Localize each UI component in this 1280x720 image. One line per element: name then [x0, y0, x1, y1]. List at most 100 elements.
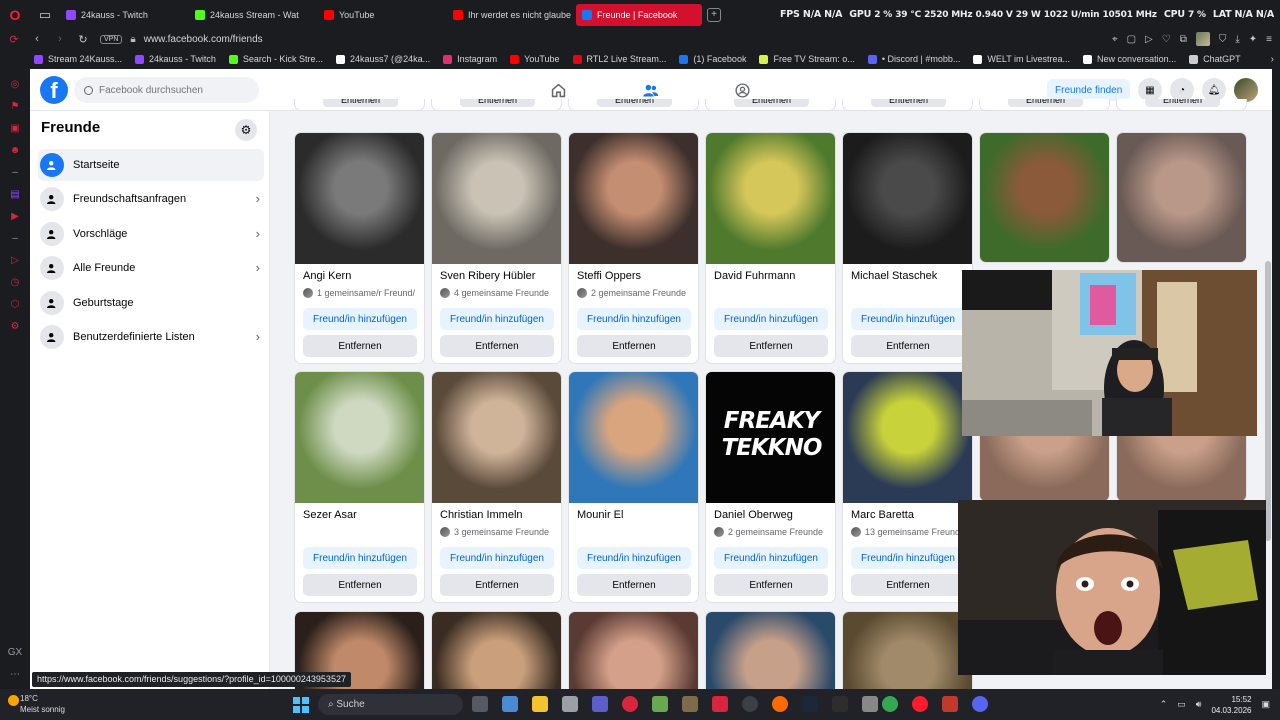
sidebar-item[interactable]: Benutzerdefinierte Listen › — [38, 321, 264, 353]
bookmark-item[interactable]: WELT im Livestrea... — [973, 54, 1070, 64]
browser-tab[interactable]: 24kauss - Twitch — [60, 4, 186, 26]
heart-icon[interactable]: ♡ — [1162, 34, 1171, 45]
friend-suggestion-card[interactable] — [431, 611, 562, 689]
friend-name[interactable]: Sezer Asar — [303, 509, 357, 521]
back-icon[interactable]: ‹ — [28, 33, 46, 45]
remove-button[interactable]: Entfernen — [460, 99, 535, 107]
friend-suggestion-card[interactable]: Steffi Oppers 2 gemeinsame Freunde Freund/… — [568, 132, 699, 364]
network-icon[interactable]: ▭ — [1177, 699, 1186, 710]
sidebar-item[interactable]: Startseite — [38, 149, 264, 181]
bookmark-item[interactable]: Instagram — [443, 54, 497, 64]
profile-photo[interactable] — [432, 133, 561, 264]
bookmarks-overflow-icon[interactable]: › — [1271, 54, 1274, 65]
refresh-icon[interactable]: ↻ — [74, 33, 92, 46]
url-field[interactable]: www.facebook.com/friends — [144, 34, 263, 45]
friend-suggestion-card[interactable]: Sezer Asar Freund/in hinzufügen Entfernen — [294, 371, 425, 603]
bookmark-item[interactable]: 24kauss - Twitch — [135, 54, 216, 64]
profile-photo[interactable] — [295, 372, 424, 503]
sidebar-discord-icon[interactable]: ☻ — [0, 139, 30, 161]
sidebar-settings-icon[interactable]: ⚙ — [0, 315, 30, 337]
friend-name[interactable]: Marc Baretta — [851, 509, 914, 521]
friend-name[interactable]: Mounir El — [577, 509, 623, 521]
vpn-badge[interactable]: VPN — [100, 34, 123, 44]
mutual-friends[interactable]: 13 gemeinsame Freunde — [851, 527, 965, 537]
mutual-friends[interactable]: 3 gemeinsame Freunde — [440, 527, 549, 537]
remove-button[interactable]: Entfernen — [323, 99, 398, 107]
friend-name[interactable]: Sven Ribery Hübler — [440, 270, 535, 282]
mutual-friends[interactable]: 2 gemeinsame Freunde — [714, 527, 823, 537]
play-icon[interactable]: ▷ — [1145, 34, 1153, 45]
friend-name[interactable]: Angi Kern — [303, 270, 351, 282]
add-friend-button[interactable]: Freund/in hinzufügen — [440, 308, 554, 330]
remove-button[interactable]: Entfernen — [1145, 99, 1220, 107]
menu-icon[interactable]: ≡ — [1266, 34, 1272, 45]
facebook-logo-icon[interactable]: f — [40, 76, 68, 104]
facebook-search[interactable] — [74, 77, 259, 103]
taskview-icon[interactable] — [472, 696, 488, 712]
sidebar-home-icon[interactable]: ◎ — [0, 73, 30, 95]
profile-photo[interactable] — [295, 133, 424, 264]
mutual-friends[interactable]: 1 gemeinsame/r Freund/ — [303, 288, 415, 298]
sidebar-twitch-icon[interactable]: ▤ — [0, 183, 30, 205]
mouse-app-icon[interactable] — [562, 696, 578, 712]
add-friend-button[interactable]: Freund/in hinzufügen — [440, 547, 554, 569]
opera-taskbar-icon[interactable] — [622, 696, 638, 712]
record-icon[interactable] — [712, 696, 728, 712]
opera-gx-taskbar-icon[interactable] — [912, 696, 928, 712]
browser-tab[interactable]: 24kauss Stream - Wat — [189, 4, 315, 26]
volume-icon[interactable]: 🔊︎ — [1196, 699, 1202, 710]
friend-name[interactable]: Michael Staschek — [851, 270, 937, 282]
friend-suggestion-card[interactable]: Christian Immeln 3 gemeinsame Freunde Freu… — [431, 371, 562, 603]
profile-photo[interactable] — [432, 612, 561, 689]
bookmark-item[interactable]: Stream 24Kauss... — [34, 54, 122, 64]
sidebar-crypto-icon[interactable]: ⚑ — [0, 95, 30, 117]
clock[interactable]: 15:52 04.03.2026 — [1211, 694, 1251, 716]
bookmark-item[interactable]: ChatGPT — [1189, 54, 1241, 64]
profile-photo[interactable] — [1117, 133, 1246, 262]
remove-button[interactable]: Entfernen — [871, 99, 946, 107]
sidebar-item[interactable]: Vorschläge › — [38, 218, 264, 250]
friend-suggestion-card[interactable] — [568, 611, 699, 689]
sidebar-item[interactable]: Alle Freunde › — [38, 252, 264, 284]
notification-center-icon[interactable]: ▣ — [1261, 699, 1270, 710]
add-friend-button[interactable]: Freund/in hinzufügen — [714, 547, 828, 569]
browser-tab[interactable]: Freunde | Facebook — [576, 3, 702, 26]
pin-icon[interactable]: ⌖ — [1112, 34, 1118, 45]
profile-photo[interactable] — [569, 612, 698, 689]
extensions-icon[interactable]: ⧉ — [1180, 34, 1187, 45]
friend-suggestion-card[interactable]: Marc Baretta 13 gemeinsame Freunde Freund/… — [842, 371, 973, 603]
snapshot-icon[interactable]: ▢ — [1127, 34, 1136, 45]
tab-switcher-icon[interactable]: ▭ — [30, 0, 60, 29]
remove-button[interactable]: Entfernen — [851, 335, 965, 357]
bookmark-item[interactable]: New conversation... — [1083, 54, 1176, 64]
remove-button[interactable]: Entfernen — [577, 574, 691, 596]
discord-taskbar-icon[interactable] — [972, 696, 988, 712]
remove-button[interactable]: Entfernen — [851, 574, 965, 596]
profile-photo[interactable] — [843, 133, 972, 264]
steam-icon[interactable] — [802, 696, 818, 712]
bookmark-item[interactable]: YouTube — [510, 54, 560, 64]
profile-photo[interactable] — [432, 372, 561, 503]
bookmark-item[interactable]: RTL2 Live Stream... — [572, 54, 666, 64]
friend-suggestion-card[interactable]: Sven Ribery Hübler 4 gemeinsame Freunde Fr… — [431, 132, 562, 364]
friend-suggestion-card[interactable]: Mounir El Freund/in hinzufügen Entfernen — [568, 371, 699, 603]
obs-icon[interactable] — [742, 696, 758, 712]
friend-suggestion-card[interactable] — [842, 611, 973, 689]
add-friend-button[interactable]: Freund/in hinzufügen — [577, 308, 691, 330]
aria-icon[interactable]: ✦ — [1249, 34, 1257, 45]
explorer-icon[interactable] — [532, 696, 548, 712]
profile-photo[interactable] — [980, 133, 1109, 262]
new-tab-button[interactable]: + — [707, 7, 721, 22]
epic-icon[interactable] — [832, 696, 848, 712]
chrome-icon[interactable] — [882, 696, 898, 712]
friend-name[interactable]: David Fuhrmann — [714, 270, 795, 282]
add-friend-button[interactable]: Freund/in hinzufügen — [303, 547, 417, 569]
weather-widget[interactable]: 18°C Meist sonnig — [8, 693, 65, 715]
app-icon-1[interactable] — [682, 696, 698, 712]
remove-button[interactable]: Entfernen — [1008, 99, 1083, 107]
bookmark-item[interactable]: Search - Kick Stre... — [228, 54, 323, 64]
reload-icon[interactable]: ⟳ — [5, 33, 23, 46]
friend-suggestion-card[interactable] — [1116, 132, 1247, 263]
profile-photo[interactable] — [706, 133, 835, 264]
download-icon[interactable]: ⤓ — [1235, 34, 1239, 45]
